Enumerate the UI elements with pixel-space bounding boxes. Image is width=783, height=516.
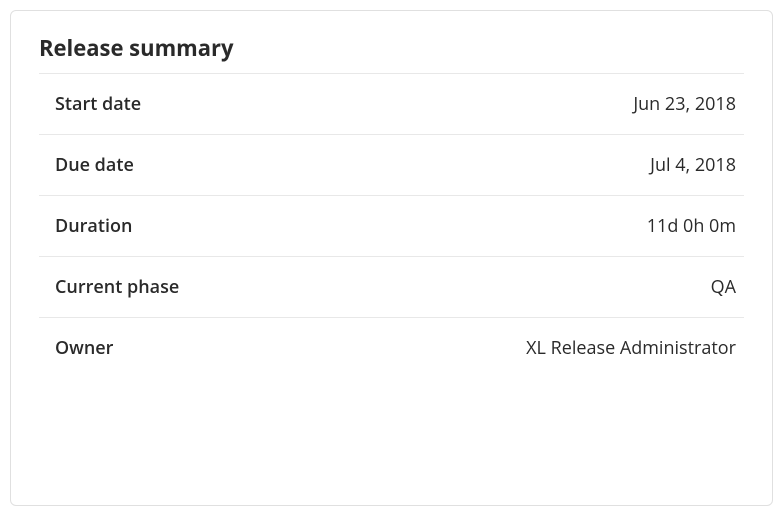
row-label: Current phase (55, 275, 179, 299)
row-start-date: Start date Jun 23, 2018 (39, 74, 744, 135)
row-value: Jun 23, 2018 (633, 92, 736, 116)
row-current-phase: Current phase QA (39, 257, 744, 318)
row-value: QA (711, 275, 736, 299)
card-title: Release summary (39, 33, 744, 74)
row-value: XL Release Administrator (526, 336, 736, 360)
row-value: Jul 4, 2018 (650, 153, 736, 177)
row-label: Due date (55, 153, 134, 177)
row-label: Duration (55, 214, 132, 238)
row-label: Start date (55, 92, 141, 116)
row-duration: Duration 11d 0h 0m (39, 196, 744, 257)
release-summary-card: Release summary Start date Jun 23, 2018 … (10, 10, 773, 506)
row-owner: Owner XL Release Administrator (39, 318, 744, 378)
row-value: 11d 0h 0m (647, 214, 736, 238)
row-label: Owner (55, 336, 113, 360)
row-due-date: Due date Jul 4, 2018 (39, 135, 744, 196)
